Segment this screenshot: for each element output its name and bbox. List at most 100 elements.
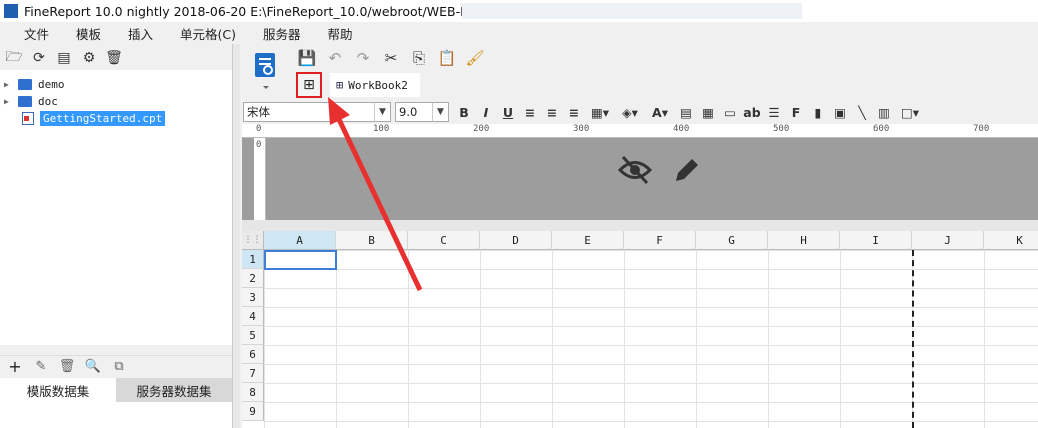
app-logo-icon xyxy=(4,4,18,18)
ruler-tick: 400 xyxy=(673,124,690,134)
expand-icon[interactable]: ▶ xyxy=(4,80,14,89)
preview-icon[interactable]: 🔍 xyxy=(84,358,102,376)
menu-server[interactable]: 服务器 xyxy=(250,24,315,43)
title-ghost-overlay xyxy=(462,3,802,19)
unmerge-icon[interactable]: ▦ xyxy=(697,102,719,122)
ruler-tick: 0 xyxy=(256,124,262,134)
text-icon[interactable]: ▭ xyxy=(719,102,741,122)
delete-icon[interactable]: 🗑 xyxy=(58,358,76,376)
underline-icon[interactable]: U xyxy=(497,102,519,122)
format-brush-icon[interactable]: 🖌 xyxy=(464,47,486,69)
column-header-k[interactable]: K xyxy=(984,231,1038,250)
tab-label: WorkBook2 xyxy=(348,78,408,92)
slash-icon[interactable]: ╲ xyxy=(851,102,873,122)
font-color-icon[interactable]: A▾ xyxy=(645,102,675,122)
border-icon[interactable]: ▦▾ xyxy=(585,102,615,122)
copy-icon[interactable]: ⎘ xyxy=(408,47,430,69)
column-header-i[interactable]: I xyxy=(840,231,912,250)
row-header-1[interactable]: 1 xyxy=(242,250,264,269)
align-right-icon[interactable]: ≡ xyxy=(563,102,585,122)
settings-icon[interactable]: ⚙ xyxy=(79,48,99,68)
font-name-value: 宋体 xyxy=(247,105,270,119)
connection-icon[interactable]: ⧉ xyxy=(110,358,128,376)
menu-file[interactable]: 文件 xyxy=(0,24,63,43)
row-header-7[interactable]: 7 xyxy=(242,364,264,383)
vertical-splitter[interactable] xyxy=(232,44,240,428)
dataset-tabs: 模版数据集 服务器数据集 xyxy=(0,378,232,402)
delete-icon[interactable]: 🗑 xyxy=(104,48,124,68)
select-all-corner[interactable]: ⋮⋮ xyxy=(242,231,264,250)
pencil-icon[interactable] xyxy=(672,155,702,193)
add-dataset-icon[interactable]: + xyxy=(6,357,24,376)
more-icon[interactable]: □▾ xyxy=(895,102,925,122)
expand-icon[interactable]: ▶ xyxy=(4,97,14,106)
menu-cell[interactable]: 单元格(C) xyxy=(167,24,250,43)
column-header-h[interactable]: H xyxy=(768,231,840,250)
cpt-file-icon xyxy=(22,112,34,125)
vruler-tick: 0 xyxy=(256,140,262,150)
redo-icon[interactable]: ↷ xyxy=(352,47,374,69)
undo-icon[interactable]: ↶ xyxy=(324,47,346,69)
subreport-icon[interactable]: ▥ xyxy=(873,102,895,122)
paragraph-icon[interactable]: ☰ xyxy=(763,102,785,122)
ruler-tick: 300 xyxy=(573,124,590,134)
row-header-4[interactable]: 4 xyxy=(242,307,264,326)
template-tree-toolbar: 🗁 ⟳ ▤ ⚙ 🗑 xyxy=(0,46,232,70)
template-manager-button[interactable] xyxy=(250,50,282,90)
ab-icon[interactable]: ab xyxy=(741,102,763,122)
tab-template-dataset[interactable]: 模版数据集 xyxy=(0,378,116,402)
new-template-button[interactable]: ⊞ xyxy=(296,72,322,98)
template-icon[interactable]: ▤ xyxy=(54,48,74,68)
column-header-d[interactable]: D xyxy=(480,231,552,250)
grid-plus-icon: ⊞ xyxy=(303,77,315,93)
tree-item-doc[interactable]: ▶ doc xyxy=(4,93,58,110)
chevron-down-icon[interactable]: ▼ xyxy=(432,103,448,121)
title-bar: FineReport 10.0 nightly 2018-06-20 E:\Fi… xyxy=(0,0,1038,22)
column-header-f[interactable]: F xyxy=(624,231,696,250)
formula-icon[interactable]: F xyxy=(785,102,807,122)
row-header-5[interactable]: 5 xyxy=(242,326,264,345)
row-header-8[interactable]: 8 xyxy=(242,383,264,402)
paste-icon[interactable]: 📋 xyxy=(436,47,458,69)
header-icons xyxy=(617,155,702,193)
tree-item-label: GettingStarted.cpt xyxy=(40,111,166,126)
tree-item-label: demo xyxy=(38,78,65,91)
tab-server-dataset[interactable]: 服务器数据集 xyxy=(116,378,232,402)
italic-icon[interactable]: I xyxy=(475,102,497,122)
eye-off-icon[interactable] xyxy=(617,155,653,193)
align-center-icon[interactable]: ≡ xyxy=(541,102,563,122)
menu-template[interactable]: 模板 xyxy=(63,24,115,43)
fill-color-icon[interactable]: ◈▾ xyxy=(615,102,645,122)
tree-item-demo[interactable]: ▶ demo xyxy=(4,76,65,93)
ruler-tick: 700 xyxy=(973,124,990,134)
panel-splitter[interactable] xyxy=(0,345,232,355)
row-header-6[interactable]: 6 xyxy=(242,345,264,364)
image-icon[interactable]: ▣ xyxy=(829,102,851,122)
menu-insert[interactable]: 插入 xyxy=(115,24,167,43)
column-header-g[interactable]: G xyxy=(696,231,768,250)
column-header-e[interactable]: E xyxy=(552,231,624,250)
open-folder-icon[interactable]: 🗁 xyxy=(4,48,24,68)
edit-icon[interactable]: ✎ xyxy=(32,358,50,376)
tree-item-gettingstarted[interactable]: GettingStarted.cpt xyxy=(10,110,166,127)
refresh-icon[interactable]: ⟳ xyxy=(29,48,49,68)
cut-icon[interactable]: ✂ xyxy=(380,47,402,69)
menu-bar: 文件 模板 插入 单元格(C) 服务器 帮助 xyxy=(0,22,1038,44)
column-header-j[interactable]: J xyxy=(912,231,984,250)
row-header-9[interactable]: 9 xyxy=(242,402,264,421)
ruler-tick: 600 xyxy=(873,124,890,134)
tab-workbook2[interactable]: ⊞ WorkBook2 xyxy=(330,73,420,97)
folder-icon xyxy=(18,79,32,90)
row-header-3[interactable]: 3 xyxy=(242,288,264,307)
menu-help[interactable]: 帮助 xyxy=(315,24,367,43)
folder-icon xyxy=(18,96,32,107)
workbook-icon: ⊞ xyxy=(336,78,344,92)
chart-icon[interactable]: ▮ xyxy=(807,102,829,122)
merge-icon[interactable]: ▤ xyxy=(675,102,697,122)
save-icon[interactable]: 💾 xyxy=(296,47,318,69)
align-left-icon[interactable]: ≡ xyxy=(519,102,541,122)
row-header-2[interactable]: 2 xyxy=(242,269,264,288)
dataset-list xyxy=(0,402,232,428)
main-toolbar: 💾 ↶ ↷ ✂ ⎘ 📋 🖌 xyxy=(296,46,486,70)
bold-icon[interactable]: B xyxy=(453,102,475,122)
